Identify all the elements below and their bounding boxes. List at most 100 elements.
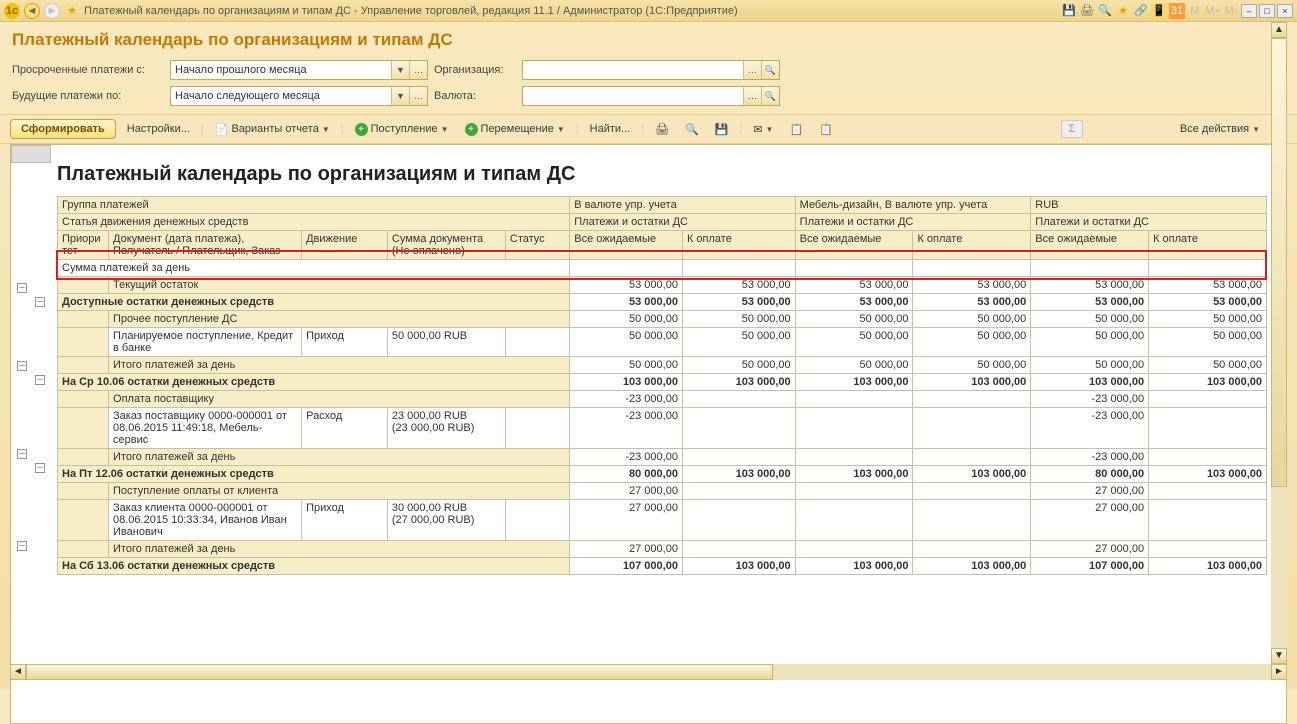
preview-button[interactable]: 🔍 [680,120,704,139]
move-button[interactable]: + Перемещение▼ [460,120,570,139]
col-doc: Документ (дата платежа), Получатель / Пл… [109,231,302,260]
filter-overdue-input[interactable]: ▼ … [170,60,428,80]
col-move: Движение [302,231,388,260]
col-payments: Платежи и остатки ДС [1031,214,1267,231]
print-button[interactable]: 🖨 [650,120,674,139]
search-icon[interactable]: 🔍 [761,87,779,105]
preview-icon[interactable]: 🔍 [1097,3,1113,19]
favorite-star-icon[interactable]: ★ [64,3,80,19]
col-payments: Платежи и остатки ДС [570,214,795,231]
col-status: Статус [505,231,569,260]
scroll-right-icon[interactable]: ► [1271,664,1287,680]
row-label: Прочее поступление ДС [109,311,570,328]
col-topay: К оплате [1149,231,1267,260]
filter-future-input[interactable]: ▼ … [170,86,428,106]
filter-currency-label: Валюта: [434,90,516,102]
ellipsis-icon[interactable]: … [409,87,427,105]
tree-toggle[interactable]: – [17,283,27,293]
col-curr2: Мебель-дизайн, В валюте упр. учета [795,197,1031,214]
all-actions-button[interactable]: Все действия▼ [1175,120,1265,138]
report-icon: 📄 [215,123,229,136]
report-variants-button[interactable]: 📄 Варианты отчета▼ [210,120,335,139]
col-expected: Все ожидаемые [1031,231,1149,260]
calc-icon[interactable]: 📱 [1151,3,1167,19]
row-label: Поступление оплаты от клиента [109,483,570,500]
find-button[interactable]: Найти... [585,120,636,138]
vertical-scrollbar[interactable]: ▲ ▼ [1271,22,1287,664]
save-icon[interactable]: 💾 [1061,3,1077,19]
row-label: Текущий остаток [109,277,570,294]
col-priority: Приори тет [58,231,109,260]
tree-toggle[interactable]: – [35,375,45,385]
ellipsis-icon[interactable]: … [743,87,761,105]
row-label: Доступные остатки денежных средств [58,294,570,311]
window-title: Платежный календарь по организациям и ти… [84,5,1057,17]
row-label: Сумма платежей за день [58,260,570,277]
filter-org-input[interactable]: … 🔍 [522,60,780,80]
mminus-button[interactable]: M- [1223,3,1239,19]
minimize-button[interactable]: – [1241,4,1257,18]
scroll-thumb[interactable] [1271,38,1287,487]
horizontal-scrollbar[interactable]: ◄ ► [10,664,1287,680]
tree-toggle[interactable]: – [17,361,27,371]
filter-currency-input[interactable]: … 🔍 [522,86,780,106]
maximize-button[interactable]: □ [1259,4,1275,18]
mail-button[interactable]: ✉▼ [748,120,778,139]
tree-toggle[interactable]: – [35,297,45,307]
tree-toggle[interactable]: – [17,541,27,551]
row-label: На Пт 12.06 остатки денежных средств [58,466,570,483]
cell-sum: 30 000,00 RUB (27 000,00 RUB) [387,500,505,541]
chevron-down-icon[interactable]: ▼ [391,61,409,79]
filter-overdue-label: Просроченные платежи с: [12,64,164,76]
ellipsis-icon[interactable]: … [409,61,427,79]
col-payments: Платежи и остатки ДС [795,214,1031,231]
m-button[interactable]: M [1187,3,1203,19]
col-topay: К оплате [913,231,1031,260]
cell-selector[interactable] [11,145,51,163]
nav-back-icon[interactable]: ◄ [24,3,40,19]
report-area[interactable]: Платежный календарь по организациям и ти… [10,144,1287,724]
search-icon[interactable]: 🔍 [761,61,779,79]
col-curr1: В валюте упр. учета [570,197,795,214]
cell-doc: Заказ поставщику 0000-000001 от 08.06.20… [109,408,302,449]
mplus-button[interactable]: M+ [1205,3,1221,19]
app-1c-icon: 1c [4,3,20,19]
page-title: Платежный календарь по организациям и ти… [0,22,1297,56]
ellipsis-icon[interactable]: … [743,61,761,79]
sum-button[interactable]: Σ [1061,120,1083,138]
tool-icon[interactable]: 📋 [784,120,808,139]
report-table: Группа платежей В валюте упр. учета Мебе… [57,196,1267,575]
row-label: На Ср 10.06 остатки денежных средств [58,374,570,391]
cell-sum: 23 000,00 RUB (23 000,00 RUB) [387,408,505,449]
col-article: Статья движения денежных средств [58,214,570,231]
scroll-left-icon[interactable]: ◄ [10,664,26,680]
row-label: Оплата поставщику [109,391,570,408]
plus-icon: + [465,123,478,136]
scroll-down-icon[interactable]: ▼ [1271,648,1287,664]
col-sum: Сумма документа (Не оплачено) [387,231,505,260]
col-topay: К оплате [682,231,795,260]
scroll-thumb[interactable] [26,664,773,680]
cell-move: Приход [302,500,388,541]
cell-move: Приход [302,328,388,357]
chevron-down-icon[interactable]: ▼ [391,87,409,105]
print-icon[interactable]: 🖨 [1079,3,1095,19]
tool-icon[interactable]: 📋 [814,120,838,139]
settings-button[interactable]: Настройки... [122,120,195,138]
close-button[interactable]: × [1277,4,1293,18]
calendar-icon[interactable]: 31 [1169,3,1185,19]
row-label: Итого платежей за день [109,357,570,374]
inflow-button[interactable]: + Поступление▼ [350,120,454,139]
link-icon[interactable]: 🔗 [1133,3,1149,19]
tree-toggle[interactable]: – [35,463,45,473]
nav-fwd-icon[interactable]: ► [44,3,60,19]
form-button[interactable]: Сформировать [10,119,116,139]
tree-toggle[interactable]: – [17,449,27,459]
report-title: Платежный календарь по организациям и ти… [11,145,1286,196]
toolbar: Сформировать Настройки... | 📄 Варианты о… [0,114,1297,144]
favorites-icon[interactable]: ★ [1115,3,1131,19]
scroll-up-icon[interactable]: ▲ [1271,22,1287,38]
filters: Просроченные платежи с: ▼ … Организация:… [0,56,1297,114]
cell-doc: Планируемое поступление, Кредит в банке [109,328,302,357]
save-report-button[interactable]: 💾 [710,120,734,139]
